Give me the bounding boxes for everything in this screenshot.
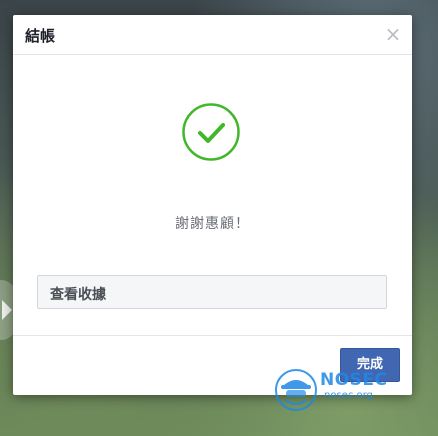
thank-you-message: 謝謝惠顧！ [175, 216, 250, 232]
watermark-logo-icon [275, 369, 317, 411]
dialog-header: 結帳 × [13, 15, 412, 55]
dialog-title: 結帳 [25, 27, 56, 45]
view-receipt-button[interactable]: 查看收據 [37, 275, 387, 309]
footer-divider [13, 335, 412, 336]
checkmark-circle-icon [182, 103, 240, 161]
close-icon[interactable]: × [384, 23, 402, 45]
watermark-url: nosec.org [324, 390, 373, 401]
nosec-watermark: NOSEC nosec.org [272, 368, 402, 414]
watermark-text: NOSEC [320, 370, 388, 390]
checkout-dialog: 結帳 × 謝謝惠顧！ 查看收據 完成 [13, 15, 412, 395]
